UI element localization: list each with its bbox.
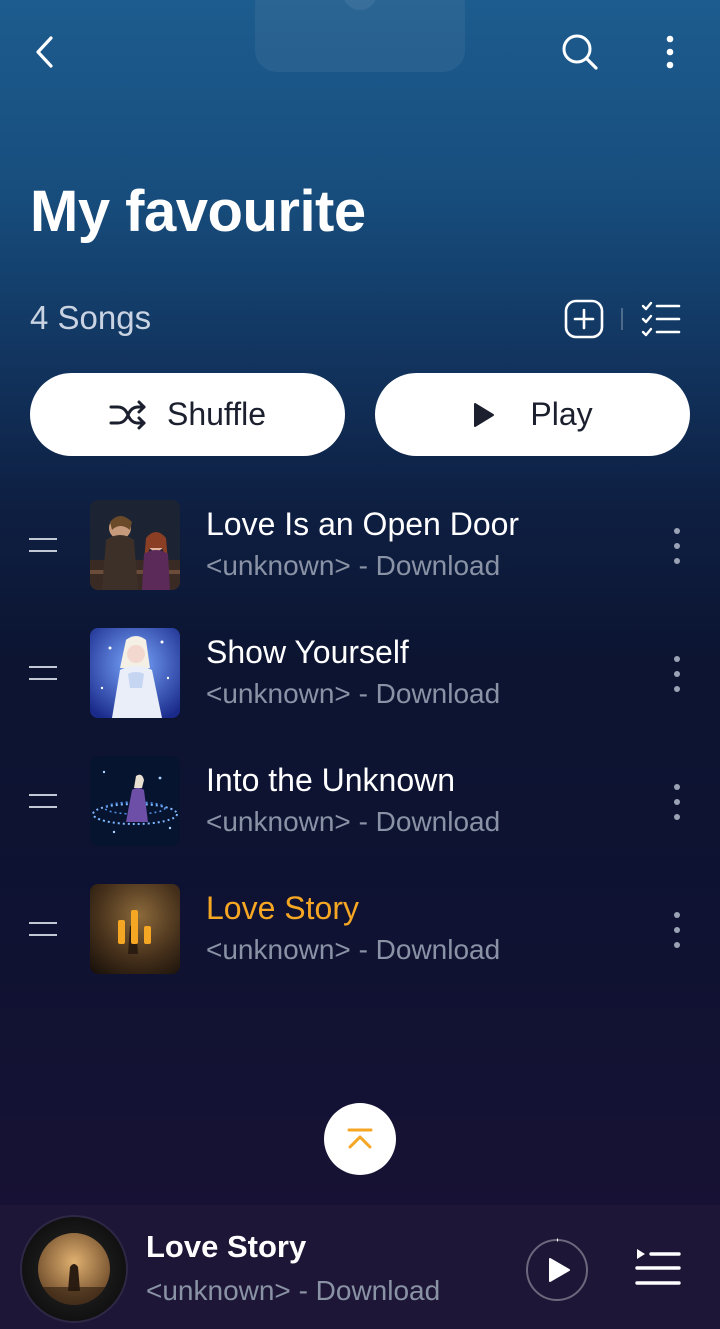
shuffle-icon [109, 400, 146, 429]
album-art-thumbnail [90, 500, 180, 590]
list-item[interactable]: Love Is an Open Door <unknown> - Downloa… [0, 500, 720, 600]
drag-handle-icon[interactable] [29, 538, 57, 554]
list-item[interactable]: Into the Unknown <unknown> - Download [0, 756, 720, 856]
play-all-button[interactable]: Play [375, 373, 690, 456]
search-button[interactable] [556, 28, 604, 76]
now-playing-disc[interactable] [22, 1217, 126, 1321]
drag-handle-icon[interactable] [29, 666, 57, 682]
mini-player-title: Love Story [146, 1229, 307, 1264]
song-title: Love Story [206, 890, 359, 926]
album-art-thumbnail [90, 628, 180, 718]
drag-handle-icon[interactable] [29, 794, 57, 810]
song-subtitle: <unknown> - Download [206, 806, 501, 837]
song-subtitle: <unknown> - Download [206, 934, 501, 965]
album-art-thumbnail [90, 756, 180, 846]
list-item[interactable]: Show Yourself <unknown> - Download [0, 628, 720, 728]
play-circle-icon [526, 1238, 588, 1301]
song-title: Show Yourself [206, 634, 409, 670]
more-vertical-icon [666, 35, 674, 69]
chevron-left-icon [36, 36, 53, 68]
more-options-button[interactable] [646, 28, 694, 76]
song-title: Into the Unknown [206, 762, 456, 798]
mini-player-play-button[interactable] [525, 1238, 589, 1302]
song-more-icon[interactable] [662, 784, 692, 820]
playlist-queue-icon [635, 1249, 681, 1285]
song-subtitle: <unknown> - Download [206, 550, 501, 581]
drag-handle-icon[interactable] [29, 922, 57, 938]
song-title: Love Is an Open Door [206, 506, 520, 542]
mini-player[interactable]: Love Story <unknown> - Download [0, 1205, 720, 1329]
album-art-thumbnail [90, 884, 180, 974]
top-drag-handle [255, 0, 465, 72]
shuffle-label: Shuffle [166, 396, 267, 432]
mini-player-subtitle: <unknown> - Download [146, 1275, 441, 1306]
queue-button[interactable] [634, 1247, 682, 1289]
song-count: 4 Songs [30, 299, 152, 336]
song-more-icon[interactable] [662, 528, 692, 564]
chevron-up-icon [347, 1128, 373, 1149]
checklist-icon [641, 301, 681, 337]
now-playing-art [38, 1233, 110, 1305]
play-label: Play [530, 396, 593, 432]
add-songs-button[interactable] [564, 299, 604, 339]
search-icon [562, 34, 598, 70]
list-item[interactable]: Love Story <unknown> - Download [0, 884, 720, 984]
play-icon [474, 402, 495, 427]
song-more-icon[interactable] [662, 912, 692, 948]
back-button[interactable] [22, 28, 70, 76]
page-title: My favourite [30, 179, 366, 244]
shuffle-button[interactable]: Shuffle [30, 373, 345, 456]
song-more-icon[interactable] [662, 656, 692, 692]
add-square-icon [564, 299, 604, 339]
scroll-to-top-button[interactable] [324, 1103, 396, 1175]
select-songs-button[interactable] [640, 300, 682, 338]
toolbar-divider [621, 308, 623, 330]
song-subtitle: <unknown> - Download [206, 678, 501, 709]
